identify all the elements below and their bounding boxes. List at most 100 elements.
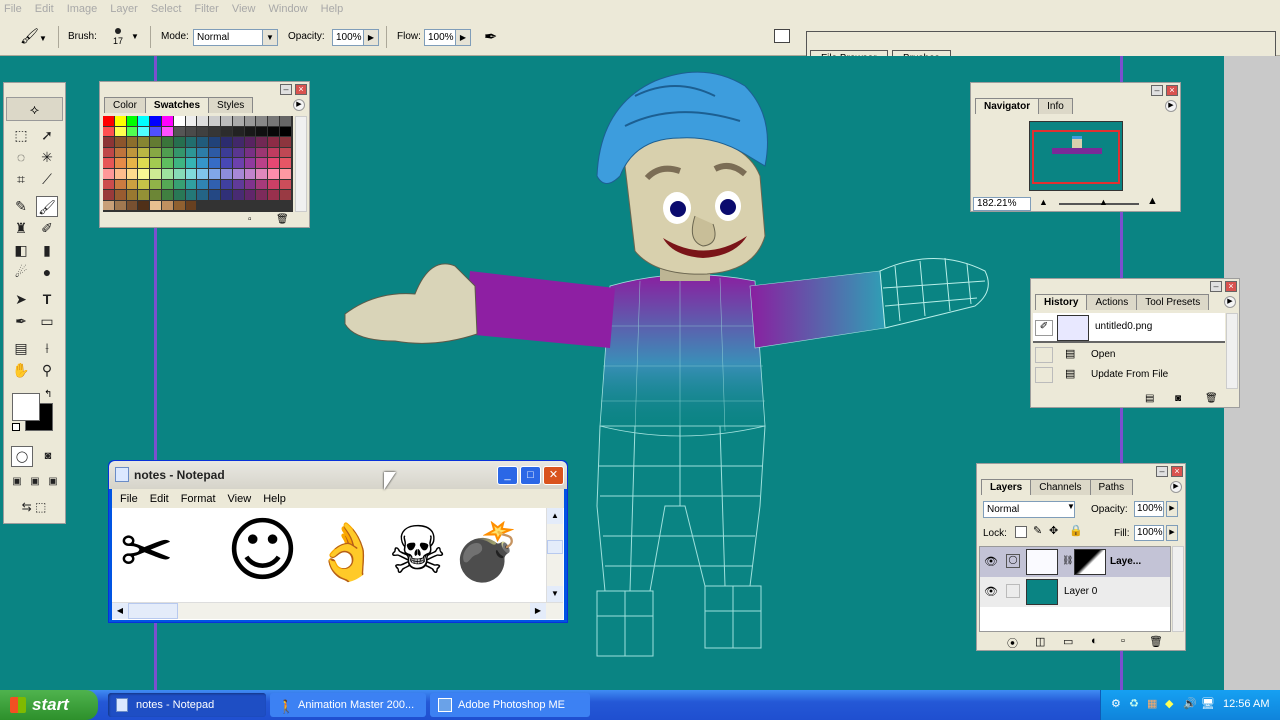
add-mask-icon[interactable]: ◫ <box>1035 635 1045 648</box>
zoom-slider-thumb-icon[interactable]: ▲ <box>1099 197 1108 207</box>
minimize-button[interactable]: _ <box>497 466 518 485</box>
swatch-cell[interactable] <box>256 126 268 137</box>
marquee-tool-icon[interactable]: ⬚ <box>10 125 32 146</box>
delete-swatch-icon[interactable]: 🗑 <box>276 214 289 225</box>
scroll-left-icon[interactable]: ◀ <box>112 603 128 619</box>
task-animation-master[interactable]: 🚶 Animation Master 200... <box>270 693 426 717</box>
tab-styles[interactable]: Styles <box>208 97 254 113</box>
zoom-tool-icon[interactable]: ⚲ <box>36 360 58 381</box>
horizontal-scrollbar[interactable]: ◀ ▶ <box>112 602 563 619</box>
magic-wand-tool-icon[interactable]: ✳ <box>36 147 58 168</box>
clock[interactable]: 12:56 AM <box>1223 698 1269 710</box>
swatch-cell[interactable] <box>280 126 291 137</box>
swatch-cell[interactable] <box>244 158 256 168</box>
swatch-cell[interactable] <box>256 116 268 126</box>
close-icon[interactable]: × <box>1171 466 1183 477</box>
swatch-cell[interactable] <box>150 179 161 190</box>
eyedropper-tool-icon[interactable]: ⟊ <box>36 338 58 359</box>
tab-paths[interactable]: Paths <box>1089 479 1134 495</box>
swatch-cell[interactable] <box>268 158 279 168</box>
h-scroll-thumb[interactable] <box>128 603 178 619</box>
swatch-cell[interactable] <box>173 200 185 211</box>
palette-well-icon[interactable] <box>774 29 790 43</box>
lock-transparency-icon[interactable] <box>1015 526 1027 538</box>
clone-stamp-tool-icon[interactable]: ♜ <box>10 218 32 239</box>
minimize-icon[interactable]: – <box>1210 281 1222 292</box>
history-state-row[interactable]: ▤ Update From File <box>1033 365 1225 385</box>
swatch-cell[interactable] <box>126 169 138 179</box>
swatch-cell[interactable] <box>244 190 256 200</box>
swatch-cell[interactable] <box>209 126 220 137</box>
swatch-cell[interactable] <box>268 179 279 190</box>
swatch-cell[interactable] <box>138 137 150 147</box>
zoom-in-icon[interactable]: ▲ <box>1147 195 1158 207</box>
tray-icon[interactable]: ⚙ <box>1111 697 1121 710</box>
swatch-cell[interactable] <box>209 179 220 190</box>
minimize-icon[interactable]: – <box>1151 85 1163 96</box>
history-brush-source-icon[interactable]: ✐ <box>1035 320 1053 336</box>
lock-all-icon[interactable]: 🔒 <box>1069 524 1083 537</box>
menu-edit[interactable]: Edit <box>35 3 54 15</box>
task-notepad[interactable]: notes - Notepad <box>108 693 266 717</box>
swatch-cell[interactable] <box>162 179 173 190</box>
swatch-cell[interactable] <box>280 169 291 179</box>
swatch-cell[interactable] <box>162 158 173 168</box>
close-icon[interactable]: × <box>295 84 307 95</box>
swatch-cell[interactable] <box>162 116 173 126</box>
lock-position-icon[interactable]: ✥ <box>1049 524 1058 537</box>
swatch-scrollbar[interactable] <box>295 116 307 212</box>
opacity-arrow-icon[interactable]: ▶ <box>363 29 379 46</box>
airbrush-icon[interactable]: ✒ <box>484 27 497 47</box>
adjustment-layer-icon[interactable]: ◐ <box>1091 635 1098 647</box>
brush-tool-icon[interactable]: 🖌 <box>36 196 58 217</box>
tab-navigator[interactable]: Navigator <box>975 98 1040 114</box>
swatch-cell[interactable] <box>162 126 173 137</box>
notepad-menu-file[interactable]: File <box>120 493 138 505</box>
standard-mode-icon[interactable]: ◯ <box>11 446 33 467</box>
swatch-cell[interactable] <box>244 179 256 190</box>
notepad-menu-view[interactable]: View <box>228 493 252 505</box>
swatch-cell[interactable] <box>103 179 114 190</box>
type-tool-icon[interactable]: T <box>36 289 58 310</box>
swatch-cell[interactable] <box>209 147 220 158</box>
swatch-cell[interactable] <box>185 200 197 211</box>
swatch-cell[interactable] <box>232 169 244 179</box>
tray-icon[interactable]: ◆ <box>1165 697 1173 710</box>
swatch-cell[interactable] <box>280 137 291 147</box>
swatch-cell[interactable] <box>232 158 244 168</box>
layer-row-selected[interactable]: 👁 ◯ ⛓ Laye... <box>980 547 1170 577</box>
swatch-cell[interactable] <box>232 137 244 147</box>
swatch-cell[interactable] <box>232 179 244 190</box>
swatch-cell[interactable] <box>138 158 150 168</box>
notepad-menu-edit[interactable]: Edit <box>150 493 169 505</box>
notepad-text-area[interactable]: ✂ ☺ 👌 ☠ 💣 ▲ ▼ ◀ ▶ <box>112 508 564 620</box>
layer-style-icon[interactable]: ⦿ <box>1007 635 1018 651</box>
swatch-cell[interactable] <box>256 179 268 190</box>
swatch-cell[interactable] <box>138 190 150 200</box>
swatch-cell[interactable] <box>162 190 173 200</box>
swatch-cell[interactable] <box>280 179 291 190</box>
swatch-cell[interactable] <box>173 116 185 126</box>
screen-mode-full-icon[interactable]: ▣ <box>44 471 62 492</box>
swatch-cell[interactable] <box>103 137 114 147</box>
blend-mode-select[interactable]: Normal <box>983 501 1075 518</box>
swatch-cell[interactable] <box>114 190 126 200</box>
swatch-cell[interactable] <box>173 126 185 137</box>
tab-history[interactable]: History <box>1035 294 1088 310</box>
panel-titlebar[interactable] <box>100 82 309 96</box>
swatch-cell[interactable] <box>280 190 291 200</box>
swatch-cell[interactable] <box>232 126 244 137</box>
mode-select[interactable]: Normal <box>193 29 263 46</box>
layer-row[interactable]: 👁 Layer 0 <box>980 577 1170 607</box>
tab-color[interactable]: Color <box>104 97 146 113</box>
swatch-cell[interactable] <box>209 137 220 147</box>
swatch-cell[interactable] <box>126 147 138 158</box>
swatch-cell[interactable] <box>232 147 244 158</box>
panel-menu-icon[interactable]: ▶ <box>293 99 305 111</box>
swatch-cell[interactable] <box>185 147 197 158</box>
scroll-down-icon[interactable]: ▼ <box>547 586 563 602</box>
swatch-cell[interactable] <box>103 116 114 126</box>
swatch-cell[interactable] <box>268 137 279 147</box>
swatch-cell[interactable] <box>162 169 173 179</box>
menu-window[interactable]: Window <box>269 3 308 15</box>
